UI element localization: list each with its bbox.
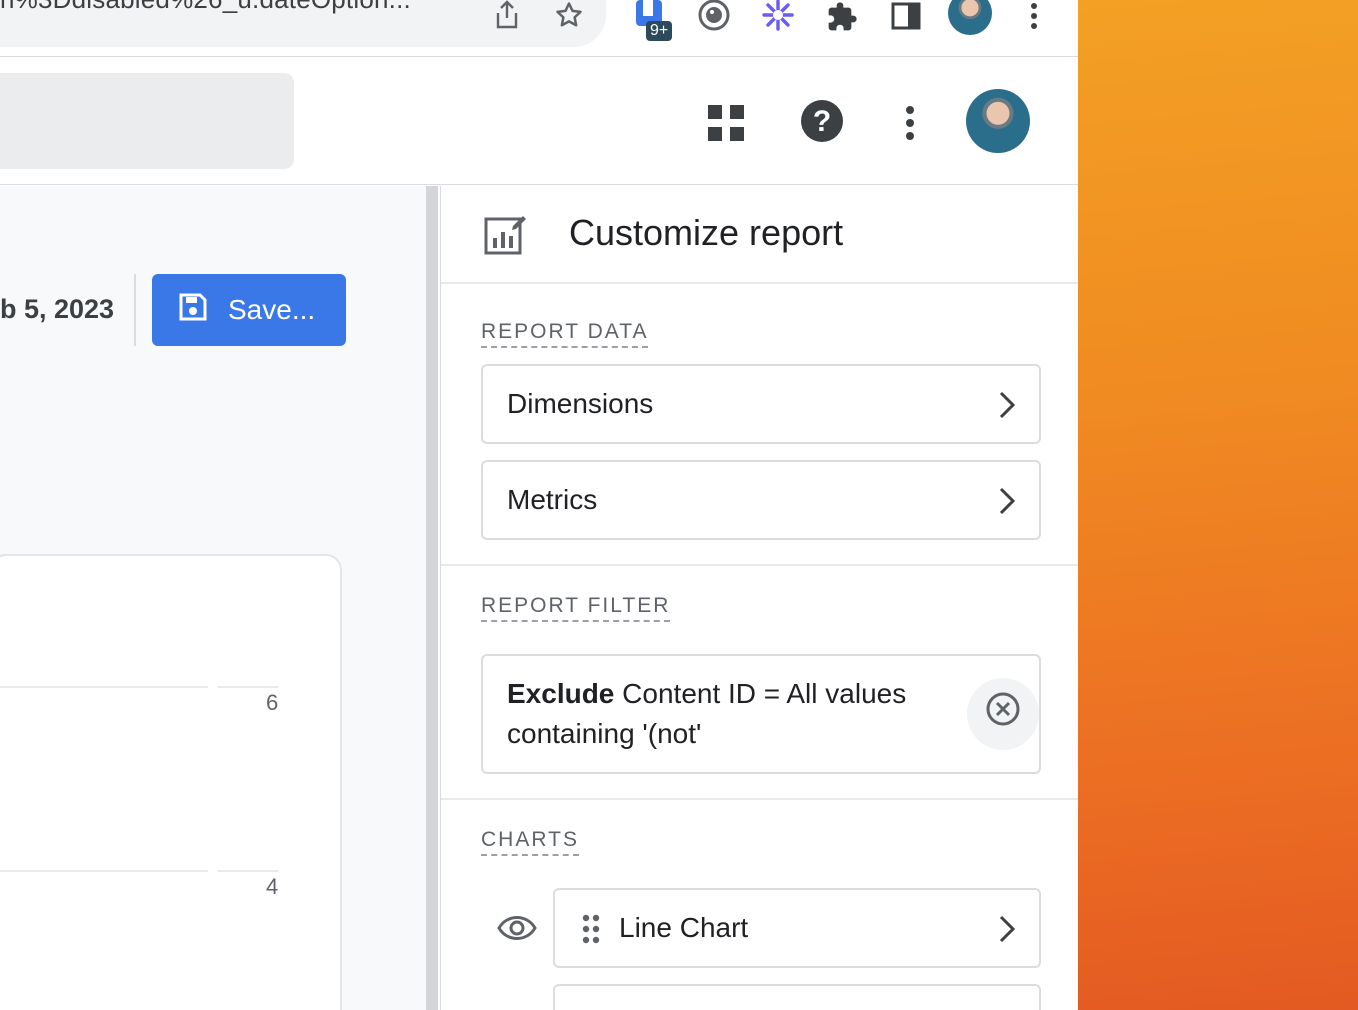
duckduckgo-icon[interactable] — [696, 0, 732, 34]
y-tick-6: 6 — [266, 690, 279, 715]
share-icon[interactable] — [494, 0, 520, 35]
report-data-heading[interactable]: REPORT DATA — [481, 320, 649, 348]
report-filter-heading[interactable]: REPORT FILTER — [481, 594, 671, 622]
account-avatar[interactable] — [966, 89, 1030, 153]
save-icon — [178, 292, 208, 329]
more-vert-icon[interactable] — [904, 105, 916, 141]
address-bar-url[interactable]: n%3Ddisabled%26_u.dateOption... — [0, 0, 411, 14]
customize-report-panel: Customize report REPORT DATA Dimensions … — [440, 186, 1078, 1010]
line-chart-card: 6 4 — [0, 554, 342, 1010]
chevron-right-icon — [997, 390, 1017, 427]
panel-resize-scrollbar[interactable] — [426, 186, 438, 1010]
browser-toolbar: n%3Ddisabled%26_u.dateOption... 9+ — [0, 0, 1078, 57]
gridline — [0, 686, 208, 688]
save-button[interactable]: Save... — [152, 274, 346, 346]
puzzle-extensions-icon[interactable] — [824, 0, 860, 34]
panel-title: Customize report — [569, 212, 844, 253]
desktop-background — [1078, 0, 1358, 1010]
section-divider — [441, 282, 1078, 284]
filter-mode: Exclude — [507, 678, 615, 709]
bookmark-star-icon[interactable] — [554, 0, 584, 35]
extension-badge: 9+ — [646, 21, 673, 41]
gridline — [218, 686, 278, 688]
line-chart-label: Line Chart — [619, 912, 749, 943]
chevron-right-icon — [997, 914, 1017, 951]
filter-text: Exclude Content ID = All values containi… — [507, 674, 947, 754]
sparkle-extension-icon[interactable] — [760, 0, 796, 34]
profile-avatar-small[interactable] — [948, 0, 992, 35]
report-canvas: b 5, 2023 Save... 6 4 — [0, 186, 426, 1010]
apps-grid-icon[interactable] — [706, 103, 746, 143]
app-header: ? — [0, 57, 1078, 185]
metrics-button[interactable]: Metrics — [481, 460, 1041, 540]
divider — [134, 274, 136, 346]
gridline — [218, 870, 278, 872]
browser-window: n%3Ddisabled%26_u.dateOption... 9+ — [0, 0, 1078, 1010]
charts-heading[interactable]: CHARTS — [481, 828, 579, 856]
visibility-eye-icon[interactable] — [497, 910, 537, 951]
save-button-label: Save... — [228, 294, 316, 325]
side-panel-icon[interactable] — [888, 0, 924, 34]
address-bar[interactable]: n%3Ddisabled%26_u.dateOption... — [0, 0, 606, 47]
dimensions-button[interactable]: Dimensions — [481, 364, 1041, 444]
chrome-menu-icon[interactable] — [1016, 0, 1052, 34]
line-chart-item[interactable]: Line Chart — [553, 888, 1041, 968]
metrics-label: Metrics — [507, 484, 598, 515]
cancel-circle-icon — [985, 691, 1021, 738]
edit-chart-icon — [483, 212, 527, 261]
drag-handle-icon[interactable] — [581, 914, 601, 951]
dimensions-label: Dimensions — [507, 388, 654, 419]
date-range-text[interactable]: b 5, 2023 — [0, 294, 114, 325]
section-divider — [441, 564, 1078, 566]
remove-filter-button[interactable] — [967, 678, 1039, 750]
y-tick-4: 4 — [266, 874, 279, 899]
chart-item-partial[interactable] — [553, 984, 1041, 1010]
gridline — [0, 870, 208, 872]
help-icon[interactable]: ? — [800, 99, 844, 143]
svg-text:?: ? — [813, 105, 831, 138]
search-bar[interactable] — [0, 73, 294, 169]
report-filter-chip[interactable]: Exclude Content ID = All values containi… — [481, 654, 1041, 774]
chevron-right-icon — [997, 486, 1017, 523]
section-divider — [441, 798, 1078, 800]
